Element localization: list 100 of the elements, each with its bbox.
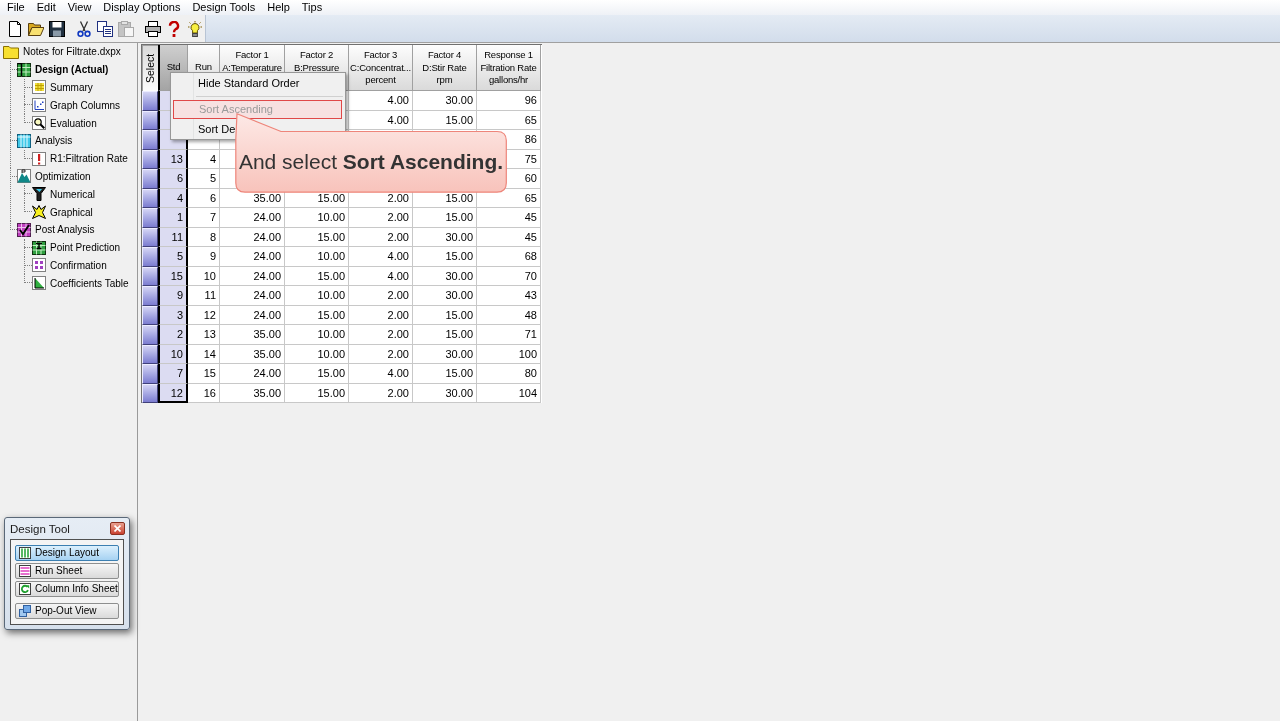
table-cell: 10.00 [285,286,349,306]
table-cell: 15.00 [413,247,477,267]
tree-item[interactable]: Notes for Filtrate.dxpx [23,45,121,59]
tree-item[interactable]: R1:Filtration Rate [50,152,128,166]
row-selector[interactable] [142,266,158,286]
table-cell: 4.00 [349,364,413,384]
row-selector[interactable] [142,325,158,345]
printer-icon[interactable] [144,20,161,37]
row-selector[interactable] [142,149,158,169]
horizontal-lines-icon [19,565,31,577]
close-icon [114,525,121,532]
table-cell: 35.00 [220,344,285,364]
new-document-icon[interactable] [7,20,24,37]
close-button[interactable] [110,522,125,535]
checkmark-grid-icon [17,222,31,237]
folder-icon [3,44,19,59]
table-cell: 10.00 [285,208,349,228]
menu-item[interactable]: Sort De [198,121,236,136]
tree-item[interactable]: Numerical [50,187,95,201]
table-cell: 16 [188,383,220,403]
column-header[interactable]: Factor 4 D:Stir Rate rpm [413,45,477,91]
table-cell: 11 [188,286,220,306]
circular-arrow-icon [19,583,31,595]
menu-item[interactable]: Display Options [97,0,187,15]
bar-chart-icon [32,276,46,291]
row-selector[interactable] [142,169,158,189]
table-cell: 11 [158,227,188,247]
row-selector[interactable] [142,344,158,364]
menu-item[interactable]: Help [261,0,296,15]
table-cell: 7 [158,364,188,384]
row-selector[interactable] [142,364,158,384]
table-cell: 8 [188,227,220,247]
tree-item[interactable]: Evaluation [50,116,97,130]
table-cell: 10 [188,266,220,286]
table-cell: 45 [477,208,541,228]
tree-item[interactable]: Coefficients Table [50,276,129,290]
row-selector[interactable] [142,305,158,325]
menu-item[interactable]: Design Tools [186,0,262,15]
scissors-icon[interactable] [76,20,93,37]
table-cell: 24.00 [220,247,285,267]
table-cell: 2 [158,325,188,345]
copy-icon[interactable] [97,20,113,37]
menu-item[interactable]: Tips [295,0,329,15]
table-cell: 100 [477,344,541,364]
design-tool-button[interactable]: Pop-Out View [15,603,119,619]
table-cell: 13 [188,325,220,345]
row-selector[interactable] [142,130,158,150]
design-tool-button[interactable]: Column Info Sheet [15,581,119,597]
tree-item[interactable]: Graph Columns [50,98,121,112]
row-selector[interactable] [142,286,158,306]
tree-item[interactable]: Analysis [35,134,73,148]
table-cell: 15.00 [413,325,477,345]
design-tool-button[interactable]: Run Sheet [15,563,119,579]
open-folder-icon[interactable] [28,20,45,37]
tree-item[interactable]: Optimization [35,169,91,183]
column-header[interactable]: Select [142,45,158,91]
exclamation-sheet-icon [32,151,46,166]
row-selector[interactable] [142,247,158,267]
table-cell: 24.00 [220,208,285,228]
table-cell: 13 [158,149,188,169]
table-cell: 30.00 [413,286,477,306]
table-cell: 4.00 [349,266,413,286]
column-header[interactable]: Response 1 Filtration Rate gallons/hr [477,45,541,91]
table-cell: 2.00 [349,383,413,403]
table-cell: 104 [477,383,541,403]
menu-item[interactable]: View [61,0,98,15]
table-cell: 15.00 [285,227,349,247]
row-selector[interactable] [142,188,158,208]
menu-item[interactable]: Edit [30,0,62,15]
table-cell: 4 [188,149,220,169]
tree-item[interactable]: Point Prediction [50,241,121,255]
design-tool-button[interactable]: Design Layout [15,545,119,561]
tree-item[interactable]: Graphical [50,205,93,219]
table-cell: 15 [188,364,220,384]
row-selector[interactable] [142,208,158,228]
table-cell: 45 [477,227,541,247]
magnifier-icon [32,116,46,131]
column-header[interactable]: Factor 3 C:Concentrat... percent [349,45,413,91]
row-selector[interactable] [142,110,158,130]
table-cell: 2.00 [349,344,413,364]
tree-item[interactable]: Summary [50,81,93,94]
table-cell: 2.00 [349,208,413,228]
table-cell: 15.00 [413,364,477,384]
table-cell: 68 [477,247,541,267]
table-cell: 70 [477,266,541,286]
table-cell: 15.00 [285,364,349,384]
row-selector[interactable] [142,227,158,247]
menu-item[interactable]: File [1,0,31,15]
table-cell: 15.00 [285,266,349,286]
table-cell: 96 [477,91,541,111]
table-cell: 30.00 [413,227,477,247]
tree-item[interactable]: Confirmation [50,258,107,272]
tree-item[interactable]: Post Analysis [35,223,95,237]
row-selector[interactable] [142,91,158,111]
row-selector[interactable] [142,383,158,403]
spreadsheet-icon [17,62,31,77]
lightbulb-icon[interactable] [186,20,203,37]
tree-item[interactable]: Design (Actual) [35,63,109,77]
table-cell: 10.00 [285,344,349,364]
table-cell: 2.00 [349,227,413,247]
